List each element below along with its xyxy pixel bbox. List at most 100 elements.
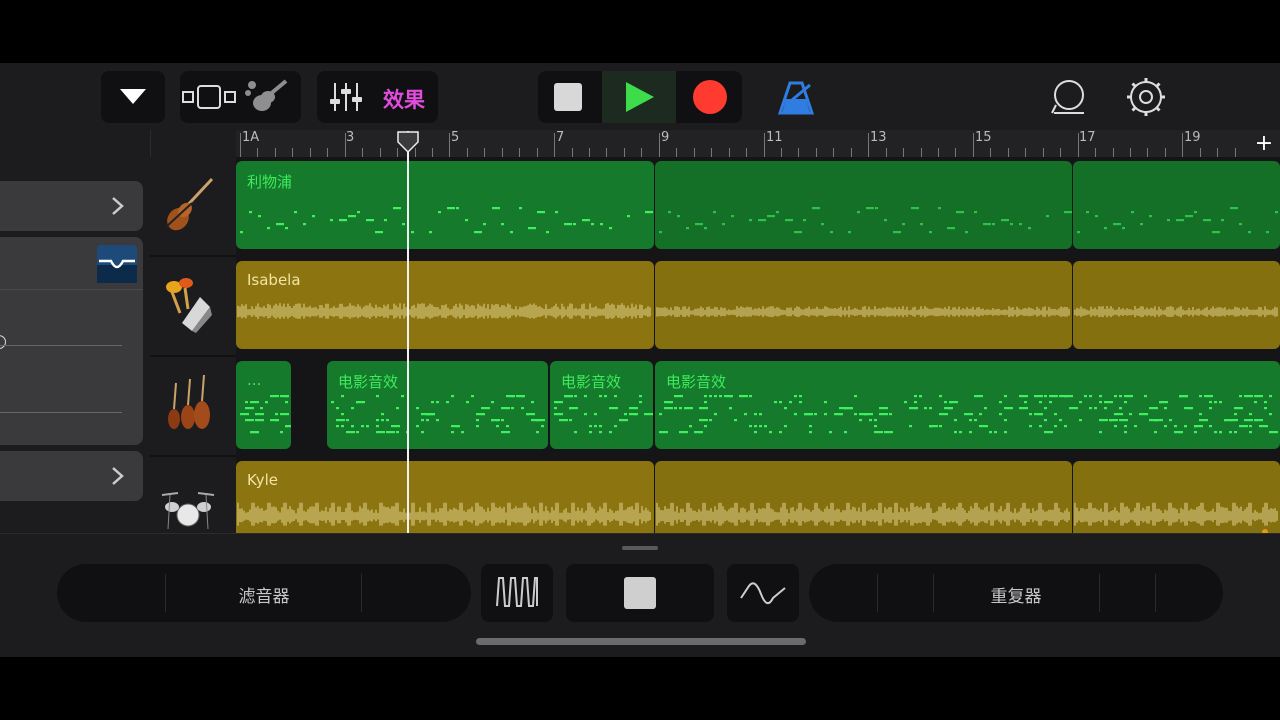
midi-region-loop[interactable] — [1073, 161, 1280, 249]
midi-region-loop[interactable] — [655, 161, 1072, 249]
loop-browser-button[interactable] — [1044, 75, 1092, 119]
settings-button[interactable] — [1122, 73, 1170, 121]
midi-note — [864, 413, 873, 416]
audio-region-loop[interactable] — [655, 261, 1072, 349]
midi-note — [280, 413, 289, 416]
midi-note — [1169, 419, 1172, 422]
midi-note — [1239, 395, 1242, 398]
midi-note — [969, 419, 972, 422]
track-header-2[interactable] — [150, 257, 236, 357]
midi-note — [381, 413, 384, 416]
midi-note — [659, 413, 662, 416]
midi-region[interactable]: 电影音效 — [655, 361, 1280, 449]
play-button[interactable] — [602, 71, 676, 123]
midi-note — [709, 395, 712, 398]
midi-note — [245, 407, 254, 410]
effects-button[interactable]: 效果 — [383, 84, 425, 114]
audio-region-loop[interactable] — [1073, 261, 1280, 349]
midi-note — [776, 211, 779, 214]
panel-grip-handle[interactable] — [622, 546, 658, 550]
midi-note — [645, 211, 653, 214]
stop-button[interactable] — [538, 71, 600, 123]
midi-note — [346, 419, 349, 422]
ruler-tick — [1217, 148, 1219, 157]
record-button[interactable] — [678, 71, 742, 123]
midi-note — [739, 395, 748, 398]
midi-region[interactable]: 利物浦 — [236, 161, 654, 249]
midi-note — [351, 425, 354, 428]
midi-note — [386, 431, 395, 434]
midi-note — [785, 219, 793, 222]
repeater-pad[interactable]: 重复器 — [809, 564, 1223, 622]
gate-button[interactable] — [481, 564, 553, 622]
automation-button[interactable] — [97, 245, 137, 283]
ruler-tick — [955, 148, 957, 157]
audio-region[interactable]: Kyle — [236, 461, 654, 533]
midi-note — [366, 425, 369, 428]
mixer-button[interactable] — [317, 71, 375, 123]
slider-knob[interactable] — [0, 335, 6, 349]
midi-note — [506, 425, 509, 428]
midi-note — [1119, 395, 1122, 398]
percussion-icon — [166, 278, 212, 333]
midi-note — [1254, 401, 1257, 404]
midi-note — [1114, 395, 1117, 398]
audio-region[interactable]: Isabela — [236, 261, 654, 349]
volume-slider-track[interactable] — [0, 345, 122, 346]
midi-note — [904, 401, 907, 404]
midi-note — [536, 419, 545, 422]
midi-region[interactable]: 电影音效 — [327, 361, 548, 449]
midi-note — [1174, 425, 1177, 428]
pan-slider-track[interactable] — [0, 412, 122, 413]
tracks-area[interactable]: 利物浦 Isabela ... 电影音效 电影音效 电影音效 Kyle — [236, 157, 1280, 533]
midi-note — [574, 395, 577, 398]
remix-fx-panel: 滤音器 重复器 — [0, 533, 1280, 657]
ruler-tick — [623, 148, 625, 157]
panel-row-2[interactable] — [0, 451, 143, 501]
tape-stop-button[interactable] — [566, 564, 714, 622]
midi-note — [830, 231, 833, 234]
midi-note — [799, 401, 802, 404]
midi-note — [719, 395, 722, 398]
panel-row-1[interactable] — [0, 181, 143, 231]
playhead-handle[interactable] — [396, 130, 420, 154]
midi-note — [684, 407, 693, 410]
downsampler-button[interactable] — [727, 564, 799, 622]
metronome-button[interactable] — [772, 75, 822, 119]
midi-region[interactable]: 电影音效 — [550, 361, 653, 449]
midi-note — [664, 407, 673, 410]
filter-pad[interactable]: 滤音器 — [57, 564, 471, 622]
midi-note — [1194, 425, 1203, 428]
midi-note — [589, 425, 592, 428]
midi-notes — [659, 395, 1278, 434]
midi-note — [784, 425, 787, 428]
midi-region[interactable]: ... — [236, 361, 291, 449]
add-track-button[interactable]: + — [1248, 130, 1280, 157]
midi-note — [1179, 431, 1182, 434]
track-header-3[interactable] — [150, 357, 236, 457]
tracks-view-button[interactable] — [180, 71, 238, 123]
midi-note — [471, 395, 474, 398]
ruler-tick — [309, 148, 311, 157]
instrument-button[interactable] — [240, 71, 298, 123]
midi-note — [1124, 425, 1127, 428]
midi-note — [1124, 401, 1127, 404]
midi-note — [1044, 395, 1047, 398]
midi-note — [446, 401, 449, 404]
midi-note — [436, 419, 439, 422]
midi-note — [1234, 431, 1237, 434]
ruler-tick — [676, 148, 678, 157]
timeline-ruler[interactable]: 1A 3 5 7 9 11 13 15 17 19 + — [236, 130, 1280, 158]
midi-note — [280, 431, 283, 434]
midi-note — [1248, 231, 1251, 234]
midi-note — [341, 413, 344, 416]
browser-dropdown-button[interactable] — [101, 71, 165, 123]
track-header-1[interactable] — [150, 157, 236, 257]
midi-note — [674, 407, 677, 410]
midi-note — [366, 219, 374, 222]
midi-note — [874, 431, 883, 434]
midi-note — [1099, 419, 1108, 422]
audio-region-loop[interactable] — [655, 461, 1072, 533]
midi-note — [1114, 425, 1117, 428]
audio-region-loop[interactable] — [1073, 461, 1280, 533]
